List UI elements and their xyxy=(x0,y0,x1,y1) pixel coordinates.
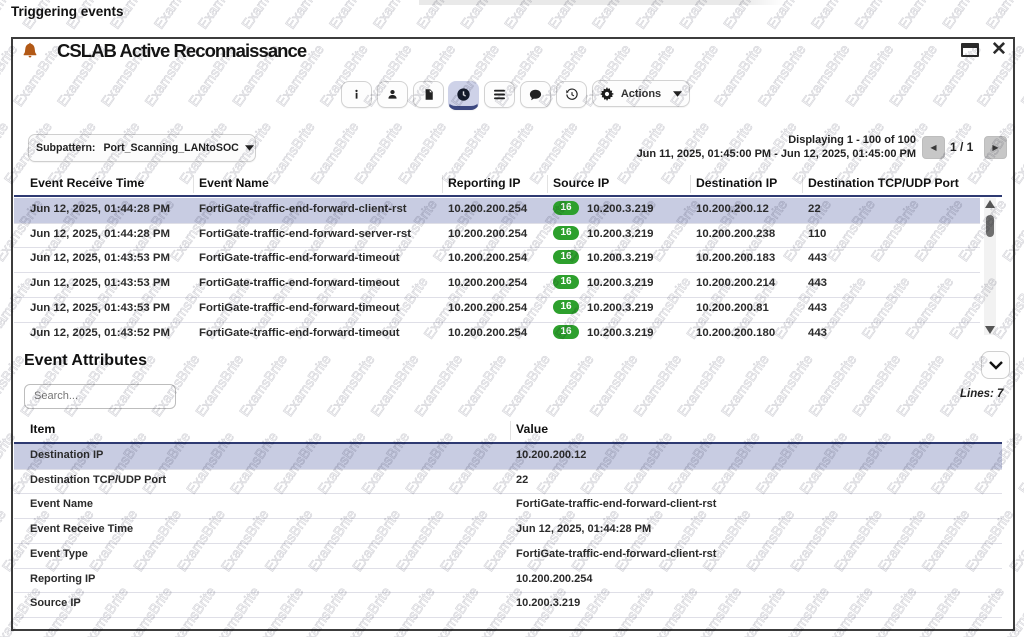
svg-text:ExamsBrite: ExamsBrite xyxy=(1015,429,1024,497)
svg-text:ExamsBrite: ExamsBrite xyxy=(238,0,292,32)
svg-text:ExamsBrite: ExamsBrite xyxy=(0,506,9,574)
svg-text:ExamsBrite: ExamsBrite xyxy=(983,0,1024,32)
svg-text:ExamsBrite: ExamsBrite xyxy=(282,0,336,32)
svg-text:ExamsBrite: ExamsBrite xyxy=(0,196,2,264)
svg-text:ExamsBrite: ExamsBrite xyxy=(370,0,424,32)
svg-text:ExamsBrite: ExamsBrite xyxy=(0,119,11,187)
svg-text:ExamsBrite: ExamsBrite xyxy=(151,0,205,32)
svg-text:ExamsBrite: ExamsBrite xyxy=(1017,41,1024,109)
svg-text:ExamsBrite: ExamsBrite xyxy=(895,0,949,32)
svg-text:ExamsBrite: ExamsBrite xyxy=(326,0,380,32)
svg-text:ExamsBrite: ExamsBrite xyxy=(808,0,862,32)
svg-text:ExamsBrite: ExamsBrite xyxy=(939,0,993,32)
svg-text:ExamsBrite: ExamsBrite xyxy=(851,0,905,32)
svg-text:ExamsBrite: ExamsBrite xyxy=(194,0,248,32)
